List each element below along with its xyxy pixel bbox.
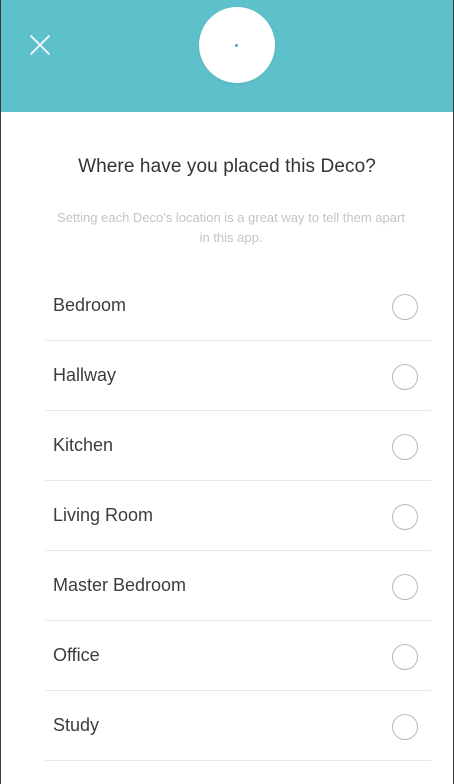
location-option-label: Office <box>53 645 100 665</box>
header-bar <box>1 0 453 112</box>
radio-button[interactable] <box>392 504 418 530</box>
location-option[interactable]: Study <box>45 691 431 761</box>
radio-button[interactable] <box>392 434 418 460</box>
radio-button[interactable] <box>392 574 418 600</box>
location-option-label: Master Bedroom <box>53 575 187 595</box>
radio-button[interactable] <box>392 714 418 740</box>
location-option[interactable]: Kitchen <box>45 411 431 481</box>
location-option[interactable]: Master Bedroom <box>45 551 431 621</box>
radio-button[interactable] <box>392 364 418 390</box>
page-subtitle: Setting each Deco's location is a great … <box>57 210 405 245</box>
deco-device-icon <box>199 7 275 83</box>
location-option-label: Bedroom <box>53 295 127 315</box>
location-option-label: Kitchen <box>53 435 114 455</box>
device-led <box>235 44 238 47</box>
location-option[interactable]: Bedroom <box>45 271 431 341</box>
location-screen: Where have you placed this Deco? Setting… <box>0 0 454 784</box>
location-option-label: Hallway <box>53 365 117 385</box>
location-option-label: Study <box>53 715 100 735</box>
location-option[interactable]: Hallway <box>45 341 431 411</box>
page-title: Where have you placed this Deco? <box>78 156 376 177</box>
radio-button[interactable] <box>392 644 418 670</box>
location-option[interactable]: Office <box>45 621 431 691</box>
location-option-label: Living Room <box>53 505 154 525</box>
location-list: Bedroom Hallway Kitchen Living Room Master B… <box>45 271 431 761</box>
close-button[interactable] <box>25 30 55 60</box>
radio-button[interactable] <box>392 294 418 320</box>
close-icon <box>30 35 50 55</box>
location-option[interactable]: Living Room <box>45 481 431 551</box>
